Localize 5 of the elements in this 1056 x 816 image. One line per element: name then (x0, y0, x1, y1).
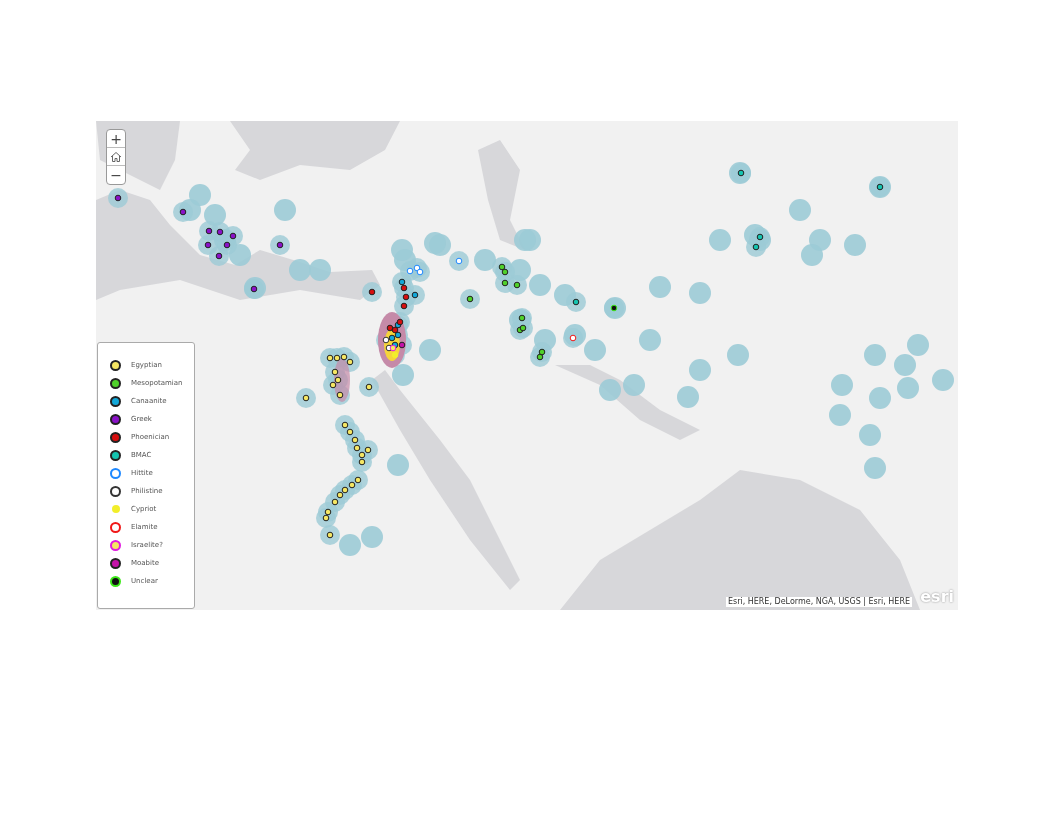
zoom-in-button[interactable]: + (107, 130, 125, 148)
home-icon (110, 150, 122, 163)
map-attribution: Esri, HERE, DeLorme, NGA, USGS | Esri, HERE (725, 597, 912, 607)
zoom-out-button[interactable]: − (107, 166, 125, 184)
map-logo: esri (920, 589, 954, 605)
